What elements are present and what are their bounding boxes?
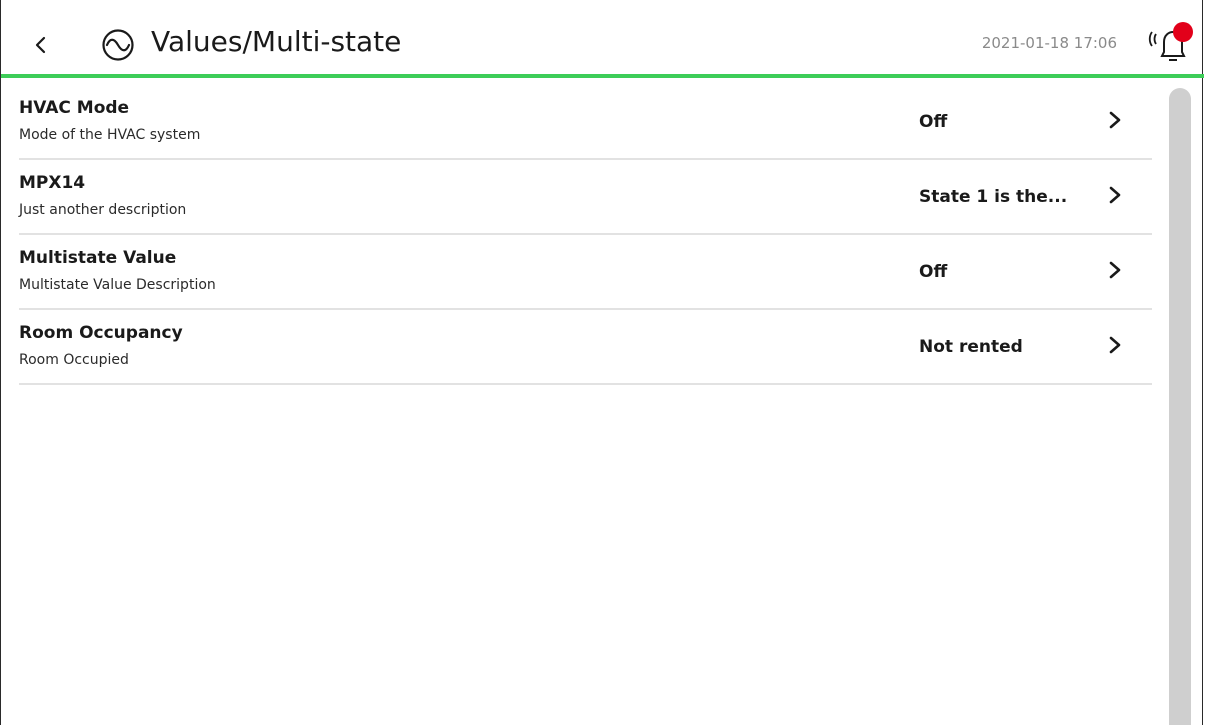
app-frame: Values/Multi-state 2021-01-18 17:06 HVAC… [0, 0, 1204, 725]
list-item-room-occupancy[interactable]: Room Occupancy Room Occupied Not rented [19, 310, 1152, 385]
item-description: Just another description [19, 202, 187, 218]
item-name: HVAC Mode [19, 98, 130, 118]
item-value: Not rented [919, 337, 1023, 357]
header-bar: Values/Multi-state 2021-01-18 17:06 [1, 0, 1204, 78]
list-item-multistate-value[interactable]: Multistate Value Multistate Value Descri… [19, 235, 1152, 310]
alarm-indicator-dot [1173, 22, 1193, 42]
item-description: Multistate Value Description [19, 277, 216, 293]
sine-wave-icon [101, 28, 135, 62]
chevron-right-icon [1109, 186, 1121, 204]
list-item-mpx14[interactable]: MPX14 Just another description State 1 i… [19, 160, 1152, 235]
multistate-list: HVAC Mode Mode of the HVAC system Off MP… [19, 85, 1152, 385]
item-name: Room Occupancy [19, 323, 183, 343]
page-title: Values/Multi-state [151, 25, 402, 58]
scrollbar-thumb[interactable] [1169, 88, 1191, 725]
chevron-right-icon [1109, 336, 1121, 354]
back-button[interactable] [31, 30, 51, 60]
timestamp: 2021-01-18 17:06 [981, 34, 1117, 52]
item-name: MPX14 [19, 173, 86, 193]
chevron-right-icon [1109, 261, 1121, 279]
item-value: State 1 is the... [919, 187, 1068, 207]
list-item-hvac-mode[interactable]: HVAC Mode Mode of the HVAC system Off [19, 85, 1152, 160]
item-value: Off [919, 262, 948, 282]
item-value: Off [919, 112, 948, 132]
item-description: Mode of the HVAC system [19, 127, 201, 143]
item-description: Room Occupied [19, 352, 129, 368]
chevron-left-icon [35, 36, 46, 54]
item-name: Multistate Value [19, 248, 177, 268]
alarm-bell-icon [1148, 22, 1193, 61]
alarm-button[interactable] [1147, 20, 1195, 64]
chevron-right-icon [1109, 111, 1121, 129]
